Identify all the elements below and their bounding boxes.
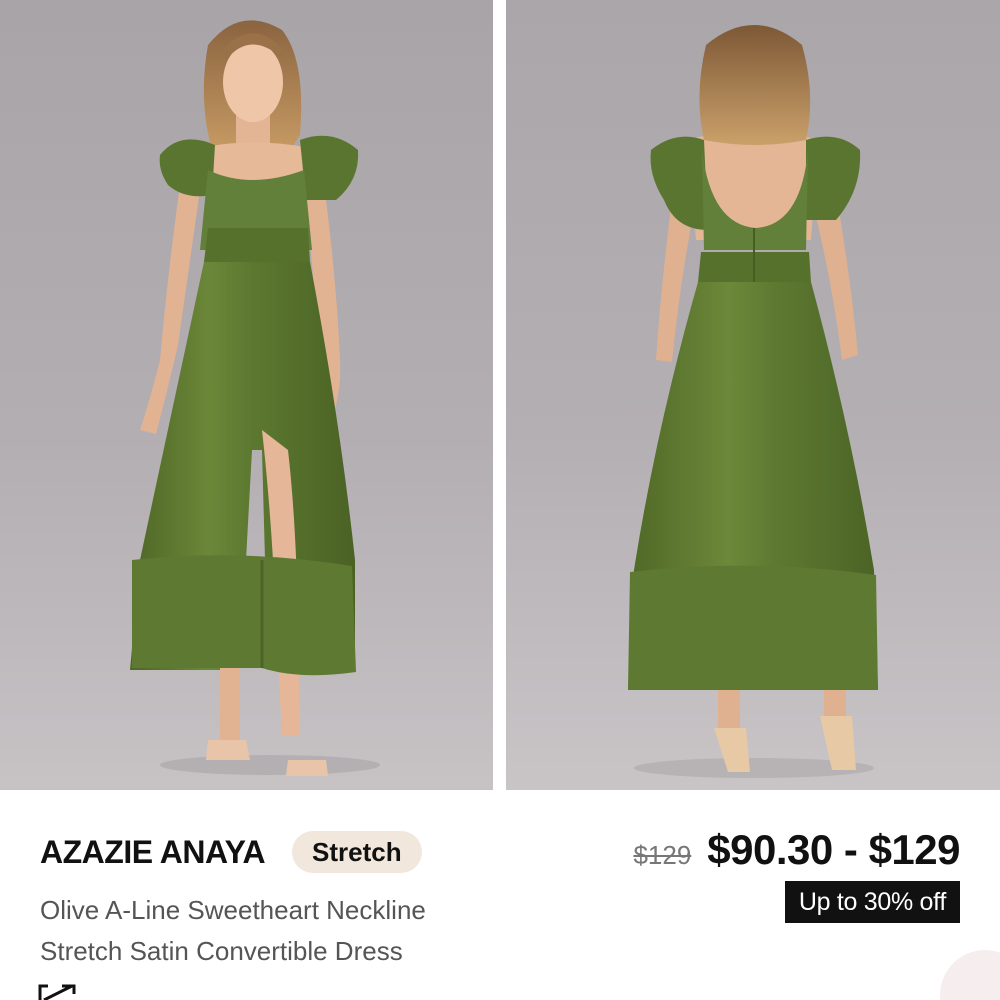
price-row: $129 $90.30 - $129 (633, 826, 960, 874)
model-front-illustration (130, 20, 380, 776)
product-image-front[interactable] (0, 0, 493, 790)
product-title[interactable]: Olive A-Line Sweetheart Neckline Stretch… (40, 890, 560, 972)
current-price-range: $90.30 - $129 (707, 826, 960, 873)
product-gallery (0, 0, 1000, 790)
product-card: AZAZIE ANAYA Stretch Olive A-Line Sweeth… (0, 0, 1000, 1000)
product-title-line-2: Stretch Satin Convertible Dress (40, 936, 403, 966)
product-image-back[interactable] (506, 0, 1000, 790)
stretch-badge: Stretch (292, 831, 422, 873)
discount-badge: Up to 30% off (784, 881, 960, 923)
external-link-icon[interactable] (38, 984, 78, 1000)
model-back-illustration (628, 25, 878, 778)
product-title-line-1: Olive A-Line Sweetheart Neckline (40, 895, 426, 925)
original-price: $129 (633, 840, 692, 870)
brand-name[interactable]: AZAZIE ANAYA (40, 830, 266, 874)
corner-decoration (940, 950, 1000, 1000)
